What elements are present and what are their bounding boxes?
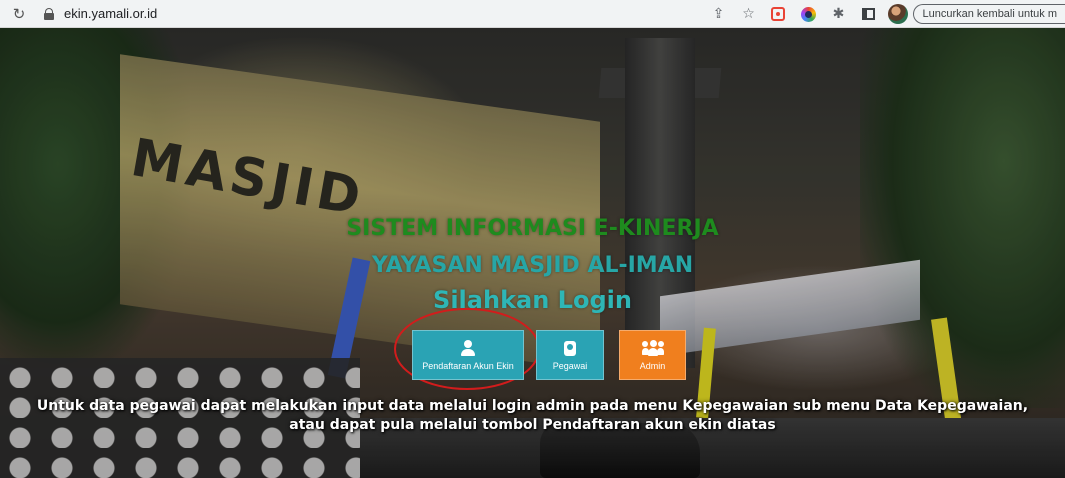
login-prompt: Silahkan Login [433, 286, 632, 314]
browser-toolbar: ↻ ekin.yamali.or.id ⇪ ☆ ✱ Luncurkan kemb… [0, 0, 1065, 28]
profile-avatar[interactable] [888, 4, 909, 24]
hero-section: MASJID SISTEM INFORMASI E-KINERJA YAYASA… [0, 28, 1065, 478]
color-extension-icon[interactable] [799, 5, 817, 23]
info-text-line-2: atau dapat pula melalui tombol Pendaftar… [289, 417, 776, 433]
screen-capture-extension-icon[interactable] [769, 5, 787, 23]
address-bar-url[interactable]: ekin.yamali.or.id [64, 6, 157, 21]
reload-icon[interactable]: ↻ [8, 5, 30, 23]
system-title: SISTEM INFORMASI E-KINERJA [346, 216, 719, 241]
employee-login-label: Pegawai [552, 360, 588, 371]
id-badge-icon [564, 340, 576, 358]
admin-login-button[interactable]: Admin [619, 330, 686, 380]
info-text-line-1: Untuk data pegawai dapat melakukan input… [36, 398, 1029, 414]
side-panel-icon[interactable] [859, 5, 877, 23]
lock-icon[interactable] [44, 7, 54, 20]
puzzle-icon[interactable]: ✱ [829, 5, 847, 23]
register-account-button[interactable]: Pendaftaran Akun Ekin [412, 330, 524, 380]
users-group-icon [641, 339, 664, 358]
register-account-label: Pendaftaran Akun Ekin [422, 360, 514, 371]
share-icon[interactable]: ⇪ [709, 5, 727, 23]
admin-login-label: Admin [639, 360, 666, 371]
toolbar-actions: ⇪ ☆ ✱ Luncurkan kembali untuk m [703, 0, 1065, 28]
user-icon [461, 339, 475, 358]
relaunch-button[interactable]: Luncurkan kembali untuk m [913, 4, 1065, 24]
employee-login-button[interactable]: Pegawai [536, 330, 604, 380]
star-icon[interactable]: ☆ [739, 5, 757, 23]
foundation-title: YAYASAN MASJID AL-IMAN [371, 253, 694, 278]
